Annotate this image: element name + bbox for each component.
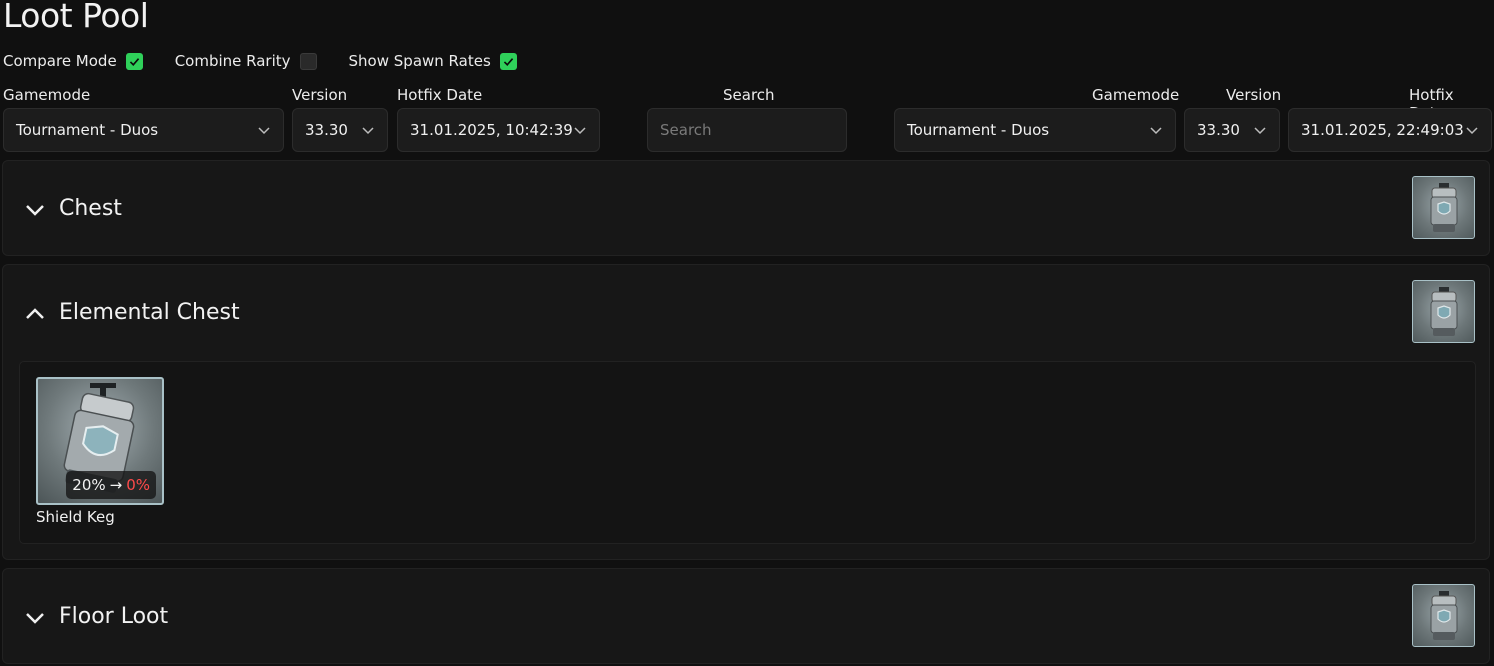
shield-keg-icon	[1430, 182, 1457, 232]
section-title: Elemental Chest	[59, 299, 240, 325]
chevron-down-icon[interactable]	[24, 199, 46, 221]
right-version-select[interactable]: 33.30	[1184, 108, 1280, 152]
item-name: Shield Keg	[36, 508, 115, 526]
search-input[interactable]: Search	[647, 108, 847, 152]
combine-rarity-label: Combine Rarity	[174, 52, 291, 70]
compare-mode-option[interactable]: Compare Mode	[3, 52, 143, 70]
rate-new: 0%	[126, 476, 150, 494]
right-gamemode-label: Gamemode	[1092, 86, 1180, 104]
combine-rarity-option[interactable]: Combine Rarity	[175, 52, 317, 70]
options-row: Compare Mode Combine Rarity Show Spawn R…	[3, 52, 549, 70]
section-header-floor-loot[interactable]: Floor Loot	[3, 569, 1489, 663]
section-title: Chest	[59, 195, 122, 221]
section-title: Floor Loot	[59, 603, 169, 629]
section-thumbnail	[1412, 176, 1475, 239]
combine-rarity-checkbox[interactable]	[299, 52, 317, 70]
chevron-down-icon	[1150, 127, 1162, 135]
item-grid: 20% → 0% Shield Keg	[19, 361, 1476, 544]
right-gamemode-value: Tournament - Duos	[907, 121, 1050, 139]
rate-old: 20%	[72, 476, 106, 494]
chevron-down-icon	[258, 127, 270, 135]
right-version-value: 33.30	[1197, 121, 1240, 139]
section-thumbnail	[1412, 280, 1475, 343]
left-gamemode-select[interactable]: Tournament - Duos	[3, 108, 284, 152]
left-version-label: Version	[292, 86, 348, 104]
compare-mode-label: Compare Mode	[3, 52, 117, 70]
chevron-down-icon[interactable]	[24, 607, 46, 629]
chevron-up-icon[interactable]	[24, 303, 46, 325]
left-gamemode-value: Tournament - Duos	[16, 121, 159, 139]
shield-keg-icon	[1430, 590, 1457, 640]
left-gamemode-label: Gamemode	[3, 86, 91, 104]
chevron-down-icon	[1254, 127, 1266, 135]
left-hotfix-value: 31.01.2025, 10:42:39	[410, 121, 573, 139]
section-floor-loot: Floor Loot	[2, 568, 1490, 664]
section-chest: Chest	[2, 160, 1490, 256]
right-hotfix-select[interactable]: 31.01.2025, 22:49:03	[1288, 108, 1492, 152]
left-hotfix-label: Hotfix Date	[397, 86, 483, 104]
right-hotfix-value: 31.01.2025, 22:49:03	[1301, 121, 1464, 139]
left-version-select[interactable]: 33.30	[292, 108, 388, 152]
show-spawn-rates-option[interactable]: Show Spawn Rates	[349, 52, 517, 70]
check-icon	[129, 57, 139, 66]
section-elemental-chest: Elemental Chest 20% → 0% Shield Keg	[2, 264, 1490, 560]
section-header-chest[interactable]: Chest	[3, 161, 1489, 255]
item-card-shield-keg[interactable]: 20% → 0%	[36, 377, 164, 505]
search-label: Search	[723, 86, 775, 104]
show-spawn-rates-label: Show Spawn Rates	[348, 52, 491, 70]
shield-keg-icon	[1430, 286, 1457, 336]
section-header-elemental-chest[interactable]: Elemental Chest	[3, 265, 1489, 359]
rate-arrow: →	[109, 476, 123, 494]
left-hotfix-select[interactable]: 31.01.2025, 10:42:39	[397, 108, 600, 152]
chevron-down-icon	[1466, 127, 1478, 135]
compare-mode-checkbox[interactable]	[125, 52, 143, 70]
chevron-down-icon	[362, 127, 374, 135]
right-gamemode-select[interactable]: Tournament - Duos	[894, 108, 1176, 152]
page-title: Loot Pool	[3, 0, 149, 35]
check-icon	[503, 57, 513, 66]
show-spawn-rates-checkbox[interactable]	[499, 52, 517, 70]
left-version-value: 33.30	[305, 121, 348, 139]
chevron-down-icon	[574, 127, 586, 135]
section-thumbnail	[1412, 584, 1475, 647]
right-version-label: Version	[1226, 86, 1282, 104]
search-placeholder: Search	[660, 121, 712, 139]
spawn-rate-badge: 20% → 0%	[66, 471, 156, 499]
